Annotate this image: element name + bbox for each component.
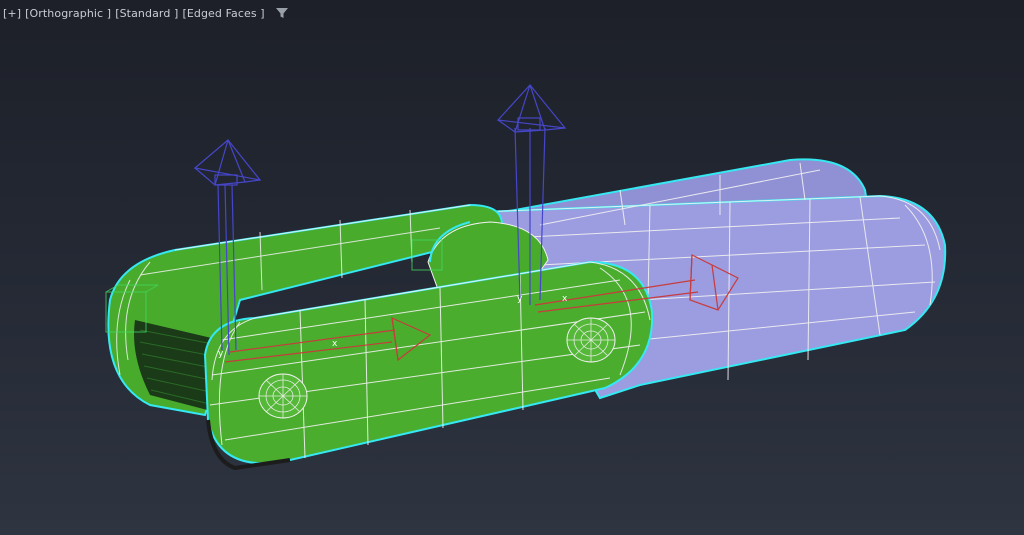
viewport-view-label[interactable]: [Orthographic ] <box>25 7 111 20</box>
gizmo-axis-label-x-left: x <box>332 339 338 349</box>
pin-head-right[interactable] <box>566 317 616 363</box>
pin-head-left[interactable] <box>258 373 308 419</box>
gizmo-axis-label-y-left: y <box>218 349 224 359</box>
gizmo-axis-label-x-right: x <box>562 294 568 304</box>
viewport-label-bar: [+] [Orthographic ] [Standard ] [Edged F… <box>3 4 289 22</box>
viewport-style-label[interactable]: [Edged Faces ] <box>182 7 264 20</box>
viewport-shading-label[interactable]: [Standard ] <box>115 7 178 20</box>
3d-viewport[interactable]: y x y x <box>0 0 1024 535</box>
gizmo-axis-label-y-right: y <box>517 294 523 304</box>
funnel-icon[interactable] <box>275 6 289 20</box>
viewport-plus-menu[interactable]: [+] <box>3 7 21 20</box>
